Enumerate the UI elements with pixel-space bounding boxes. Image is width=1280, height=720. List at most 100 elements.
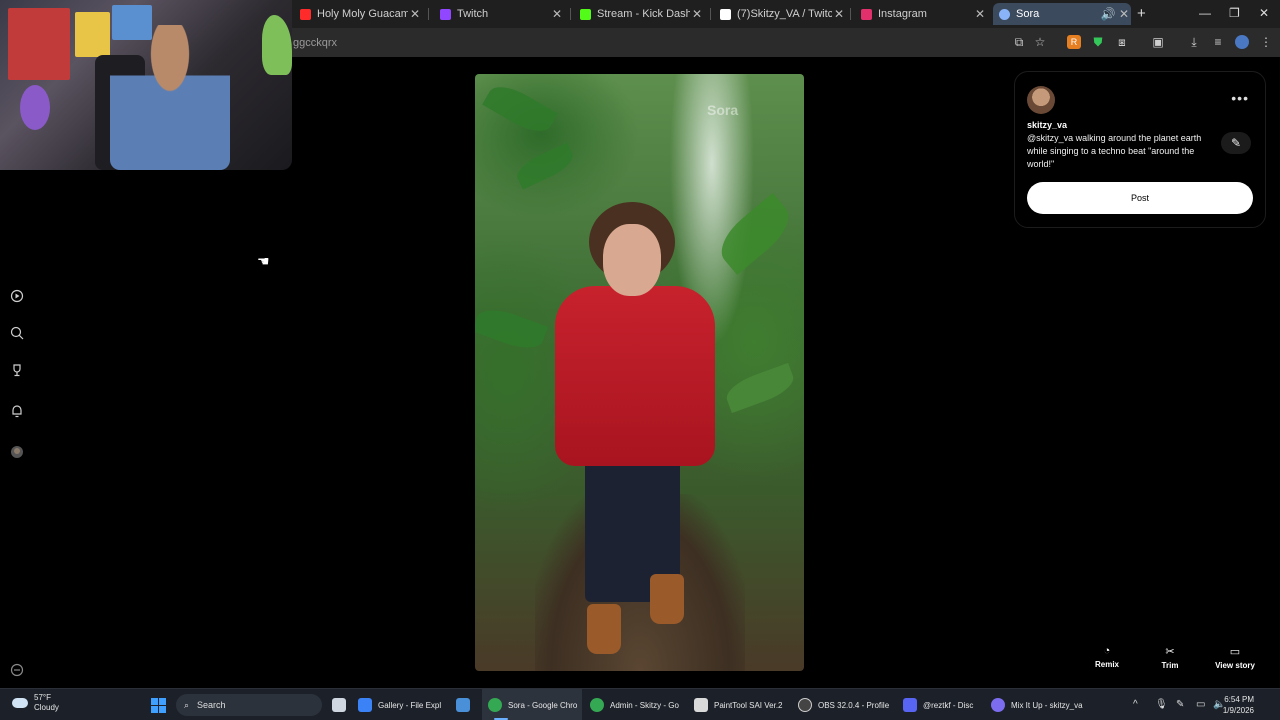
taskbar-label: Gallery - File Expl (378, 700, 442, 710)
start-button[interactable] (151, 698, 166, 713)
system-clock[interactable]: 6:54 PM 1/9/2026 (1223, 694, 1254, 716)
plus-icon[interactable]: + (1137, 5, 1146, 22)
trophy-icon[interactable] (10, 363, 24, 377)
tab-sora[interactable]: Sora 🔊 ✕ (993, 3, 1131, 25)
streamer (110, 25, 230, 170)
trim-label: Trim (1161, 661, 1179, 670)
sora-watermark: Sora (707, 102, 739, 118)
mixitup-icon (991, 698, 1005, 712)
close-tab-icon[interactable]: ✕ (1117, 7, 1131, 21)
menu-icon[interactable]: ⋮ (1259, 35, 1273, 49)
webcam-overlay (0, 0, 292, 170)
screen: Holy Moly Guacamole - Yo ✕ Twitch ✕ Stre… (0, 0, 1280, 720)
notifications-icon[interactable] (10, 404, 24, 418)
avatar[interactable] (1027, 86, 1055, 114)
youtube-icon (300, 8, 311, 20)
view-story-label: View story (1215, 661, 1255, 670)
obs-icon (798, 698, 812, 712)
instagram-icon (861, 8, 872, 20)
tab-twitch[interactable]: Twitch ✕ (434, 3, 564, 25)
wall-poster (8, 8, 70, 80)
url-text[interactable]: ggcckqrx (293, 37, 337, 49)
cast-icon[interactable]: ⧉ (1012, 35, 1026, 49)
taskbar-admin-chrome[interactable]: Admin - Skitzy - Go (590, 689, 686, 720)
close-tab-icon[interactable]: ✕ (690, 7, 704, 21)
home-icon[interactable] (10, 289, 24, 303)
close-tab-icon[interactable]: ✕ (973, 7, 987, 21)
tab-instagram[interactable]: Instagram ✕ (855, 3, 987, 25)
weather-widget[interactable]: 57°F Cloudy (12, 693, 59, 713)
scissors-icon: ✂ (1165, 646, 1175, 658)
foliage (512, 142, 578, 190)
extension-icon[interactable]: R (1067, 35, 1081, 49)
tab-tiktok[interactable]: (7)Skitzy_VA / Twitch and ✕ (714, 3, 846, 25)
tab-title: Twitch (457, 8, 489, 20)
taskbar-task-view[interactable] (332, 689, 350, 720)
tab-kick[interactable]: Stream - Kick Dashboard ✕ (574, 3, 704, 25)
post-card: ••• skitzy_va @skitzy_va walking around … (1014, 71, 1266, 228)
taskbar-search[interactable]: ⌕ Search (176, 694, 322, 716)
minimize-icon[interactable]: — (1199, 6, 1211, 20)
taskbar-mixitup[interactable]: Mix It Up - skitzy_va (991, 689, 1085, 720)
chrome-icon (590, 698, 604, 712)
chevron-up-icon[interactable]: ^ (1133, 699, 1138, 710)
search-icon[interactable] (10, 326, 24, 340)
edit-icon[interactable]: ✎ (1221, 132, 1251, 154)
taskbar-photos[interactable] (456, 689, 476, 720)
close-icon[interactable]: ✕ (1259, 6, 1269, 20)
view-story-button[interactable]: ▭ View story (1212, 645, 1258, 670)
man-boot (587, 604, 621, 654)
post-button[interactable]: Post (1027, 182, 1253, 214)
pen-icon[interactable]: ✎ (1176, 699, 1184, 710)
taskbar-label: Mix It Up - skitzy_va (1011, 700, 1083, 710)
profile-icon[interactable] (10, 445, 24, 459)
taskbar-label: @reztkf - Disc (923, 700, 974, 710)
chrome-icon (488, 698, 502, 712)
taskbar-painttool[interactable]: PaintTool SAI Ver.2 (694, 689, 788, 720)
foliage (711, 192, 799, 276)
caption: @skitzy_va walking around the planet ear… (1027, 133, 1202, 169)
tab-divider (428, 8, 429, 20)
green-figure (262, 15, 292, 75)
download-icon[interactable]: ⤓ (1187, 35, 1201, 49)
speaker-icon[interactable]: 🔊 (1099, 7, 1117, 21)
plush-toy (20, 85, 50, 130)
shield-icon[interactable]: ⛊ (1091, 35, 1105, 49)
microphone-icon[interactable]: 🎙 (1155, 699, 1168, 710)
taskbar-obs[interactable]: OBS 32.0.4 - Profile (798, 689, 894, 720)
mouse-cursor-icon: ☚ (257, 253, 270, 269)
username[interactable]: skitzy_va (1027, 120, 1067, 130)
settings-icon[interactable] (10, 663, 24, 677)
story-icon: ▭ (1229, 646, 1241, 658)
close-tab-icon[interactable]: ✕ (408, 7, 422, 21)
gallery-icon (358, 698, 372, 712)
network-icon[interactable]: ▭ (1196, 699, 1205, 710)
painttool-icon (694, 698, 708, 712)
tab-title: Sora (1016, 8, 1040, 20)
tab-youtube[interactable]: Holy Moly Guacamole - Yo ✕ (294, 3, 422, 25)
weather-temp: 57°F (34, 693, 51, 702)
remix-label: Remix (1094, 660, 1119, 669)
clock-date: 1/9/2026 (1222, 706, 1254, 715)
tab-divider (850, 8, 851, 20)
restore-icon[interactable]: ❐ (1229, 6, 1240, 20)
profile-avatar-icon[interactable] (1235, 35, 1249, 49)
tab-divider (710, 8, 711, 20)
media-icon[interactable]: ≡ (1211, 35, 1225, 49)
taskbar-sora-chrome[interactable]: Sora - Google Chro (482, 689, 582, 720)
more-icon[interactable]: ••• (1231, 90, 1249, 106)
foliage (482, 78, 558, 140)
sora-icon (999, 8, 1010, 20)
sidepanel-icon[interactable]: ▣ (1151, 35, 1165, 49)
close-tab-icon[interactable]: ✕ (832, 7, 846, 21)
close-tab-icon[interactable]: ✕ (550, 7, 564, 21)
puzzle-icon[interactable]: ⧆ (1115, 35, 1129, 49)
taskbar-discord[interactable]: @reztkf - Disc (903, 689, 983, 720)
tab-divider (570, 8, 571, 20)
taskbar-gallery[interactable]: Gallery - File Expl (358, 689, 446, 720)
trim-button[interactable]: ✂ Trim (1157, 645, 1183, 670)
video-player[interactable]: Sora (475, 74, 804, 671)
remix-button[interactable]: ◔ Remix (1092, 645, 1122, 669)
foliage (722, 362, 798, 414)
star-icon[interactable]: ☆ (1033, 35, 1047, 49)
